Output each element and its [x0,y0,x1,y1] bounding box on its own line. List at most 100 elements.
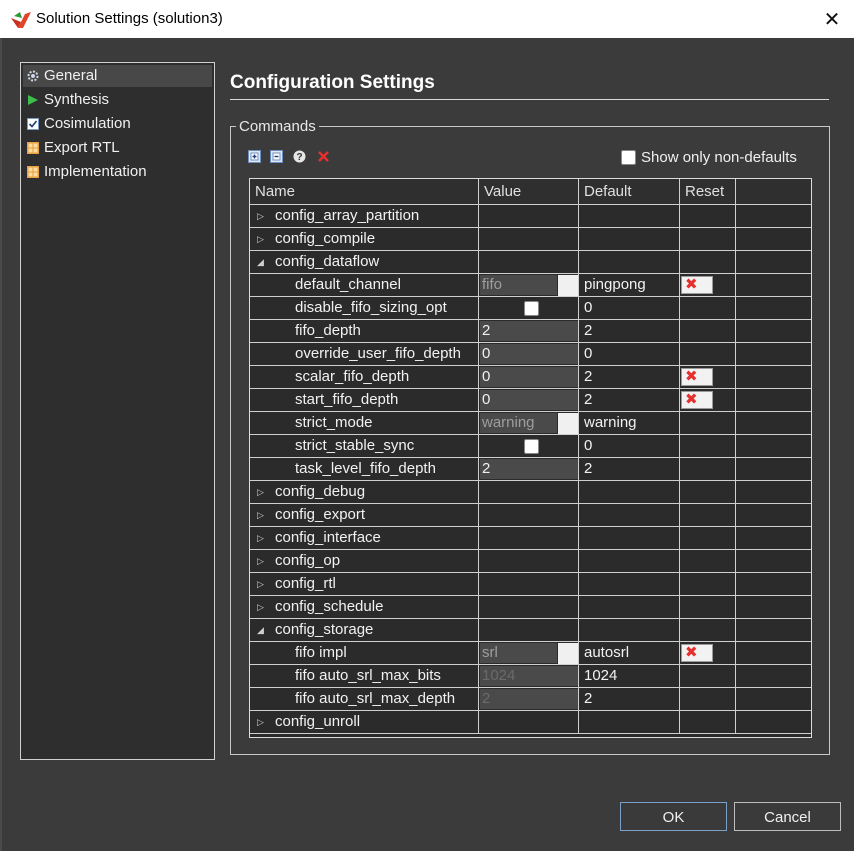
reset-button[interactable]: ✖ [681,368,713,386]
nav-item-general[interactable]: General [23,65,212,87]
value-input[interactable]: 2 [480,321,578,341]
table-row[interactable]: override_user_fifo_depth 0 0 [250,343,811,366]
nav-item-cosimulation[interactable]: Cosimulation [23,113,212,135]
table-group-row[interactable]: ◢ config_dataflow [250,251,811,274]
expand-arrow-icon[interactable]: ▷ [257,228,264,250]
value-dropdown[interactable]: srl [480,643,557,663]
table-row[interactable]: disable_fifo_sizing_opt 0 [250,297,811,320]
remove-command-icon[interactable] [270,150,283,163]
name-cell[interactable]: override_user_fifo_depth [250,343,479,366]
table-group-row[interactable]: ▷ config_schedule [250,596,811,619]
name-cell[interactable]: start_fifo_depth [250,389,479,412]
reset-button[interactable]: ✖ [681,391,713,409]
value-input[interactable]: 0 [480,367,578,387]
value-cell[interactable]: 0 [479,389,579,412]
table-group-row[interactable]: ▷ config_rtl [250,573,811,596]
table-row[interactable]: fifo_depth 2 2 [250,320,811,343]
value-cell[interactable]: 2 [479,458,579,481]
reset-cell[interactable]: ✖ [680,366,736,389]
value-checkbox[interactable] [524,439,539,454]
value-cell[interactable] [479,297,579,320]
expand-arrow-icon[interactable]: ▷ [257,527,264,549]
expand-arrow-icon[interactable]: ▷ [257,504,264,526]
name-cell[interactable]: default_channel [250,274,479,297]
expand-arrow-icon[interactable]: ▷ [257,573,264,595]
name-cell[interactable]: fifo auto_srl_max_depth [250,688,479,711]
collapse-arrow-icon[interactable]: ◢ [257,251,264,273]
table-group-row[interactable]: ▷ config_export [250,504,811,527]
expand-arrow-icon[interactable]: ▷ [257,550,264,572]
expand-arrow-icon[interactable]: ▷ [257,711,264,733]
table-row[interactable]: scalar_fifo_depth 0 2 ✖ [250,366,811,389]
table-group-row[interactable]: ▷ config_interface [250,527,811,550]
expand-arrow-icon[interactable]: ▷ [257,481,264,503]
value-cell[interactable]: 2 [479,320,579,343]
reset-button[interactable]: ✖ [681,644,713,662]
close-icon[interactable]: ✕ [822,7,842,32]
name-cell[interactable]: ▷ config_compile [250,228,479,251]
name-cell[interactable]: task_level_fifo_depth [250,458,479,481]
table-group-row[interactable]: ▷ config_array_partition [250,205,811,228]
column-header-name[interactable]: Name [250,179,479,205]
name-cell[interactable]: ▷ config_array_partition [250,205,479,228]
table-row[interactable]: fifo impl srl autosrl ✖ [250,642,811,665]
column-header-default[interactable]: Default [579,179,680,205]
name-cell[interactable]: strict_mode [250,412,479,435]
value-checkbox[interactable] [524,301,539,316]
value-cell[interactable]: fifo [479,274,579,297]
name-cell[interactable]: ▷ config_unroll [250,711,479,734]
table-row[interactable]: fifo auto_srl_max_bits 1024 1024 [250,665,811,688]
help-icon[interactable]: ? [293,150,306,163]
value-input[interactable]: 0 [480,390,578,410]
name-cell[interactable]: strict_stable_sync [250,435,479,458]
table-row[interactable]: start_fifo_depth 0 2 ✖ [250,389,811,412]
cancel-button[interactable]: Cancel [734,802,841,831]
name-cell[interactable]: scalar_fifo_depth [250,366,479,389]
nav-item-implementation[interactable]: Implementation [23,161,212,183]
delete-icon[interactable] [317,150,330,163]
name-cell[interactable]: disable_fifo_sizing_opt [250,297,479,320]
table-row[interactable]: task_level_fifo_depth 2 2 [250,458,811,481]
add-command-icon[interactable] [248,150,261,163]
name-cell[interactable]: ◢ config_storage [250,619,479,642]
expand-arrow-icon[interactable]: ▷ [257,596,264,618]
value-input[interactable]: 0 [480,344,578,364]
table-group-row[interactable]: ▷ config_debug [250,481,811,504]
dropdown-button[interactable] [558,643,578,664]
value-dropdown[interactable]: warning [480,413,557,433]
dropdown-button[interactable] [558,275,578,296]
value-cell[interactable]: 2 [479,688,579,711]
value-input[interactable]: 2 [480,459,578,479]
value-cell[interactable]: 0 [479,343,579,366]
table-group-row[interactable]: ◢ config_storage [250,619,811,642]
value-cell[interactable]: srl [479,642,579,665]
table-row[interactable]: fifo auto_srl_max_depth 2 2 [250,688,811,711]
table-group-row[interactable]: ▷ config_unroll [250,711,811,734]
reset-cell[interactable]: ✖ [680,389,736,412]
value-cell[interactable] [479,435,579,458]
value-cell[interactable]: warning [479,412,579,435]
name-cell[interactable]: ▷ config_debug [250,481,479,504]
expand-arrow-icon[interactable]: ▷ [257,205,264,227]
name-cell[interactable]: ▷ config_op [250,550,479,573]
reset-cell[interactable]: ✖ [680,274,736,297]
table-row[interactable]: strict_stable_sync 0 [250,435,811,458]
show-only-non-defaults-checkbox[interactable] [621,150,636,165]
nav-item-synthesis[interactable]: Synthesis [23,89,212,111]
dropdown-button[interactable] [558,413,578,434]
nav-item-export-rtl[interactable]: Export RTL [23,137,212,159]
value-cell[interactable]: 1024 [479,665,579,688]
name-cell[interactable]: fifo_depth [250,320,479,343]
ok-button[interactable]: OK [620,802,727,831]
column-header-value[interactable]: Value [479,179,579,205]
reset-cell[interactable]: ✖ [680,642,736,665]
name-cell[interactable]: fifo impl [250,642,479,665]
reset-button[interactable]: ✖ [681,276,713,294]
table-group-row[interactable]: ▷ config_op [250,550,811,573]
collapse-arrow-icon[interactable]: ◢ [257,619,264,641]
table-row[interactable]: default_channel fifo pingpong ✖ [250,274,811,297]
name-cell[interactable]: fifo auto_srl_max_bits [250,665,479,688]
name-cell[interactable]: ▷ config_export [250,504,479,527]
table-group-row[interactable]: ▷ config_compile [250,228,811,251]
name-cell[interactable]: ▷ config_schedule [250,596,479,619]
